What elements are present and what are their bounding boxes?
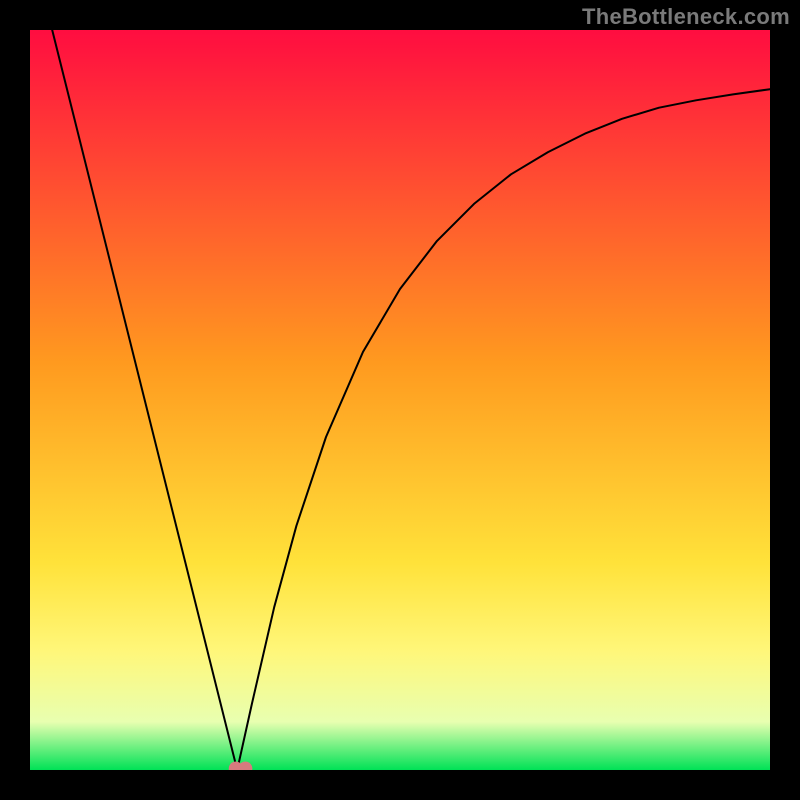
- chart-frame: TheBottleneck.com: [0, 0, 800, 800]
- gradient-background: [30, 30, 770, 770]
- plot-area: [30, 30, 770, 770]
- watermark-text: TheBottleneck.com: [582, 4, 790, 30]
- bottleneck-chart: [30, 30, 770, 770]
